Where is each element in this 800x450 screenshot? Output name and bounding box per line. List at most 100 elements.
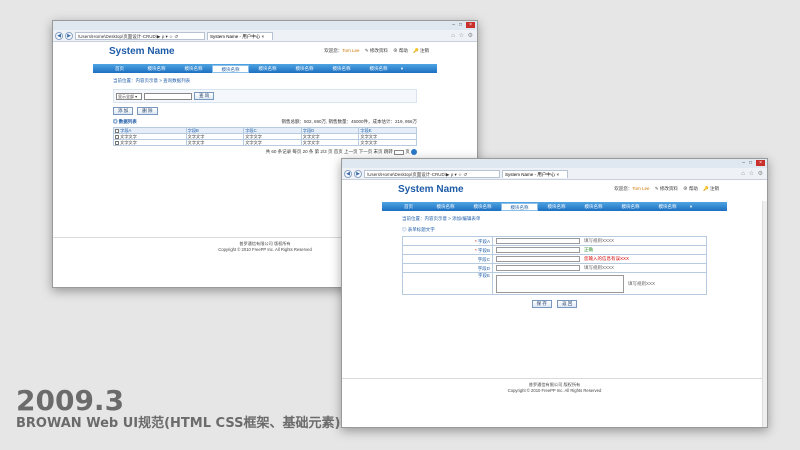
app-header: System Name 欢迎您：Tom Lee ✎ 修改资料 ⊕ 帮助 🔑 注销 (382, 180, 727, 198)
table-cell: 文字文字 (300, 139, 360, 146)
url-field[interactable]: \Users\Home\Desktop\页面设计-CRUD\▶ ρ ▾ ☆ ↺ (75, 31, 205, 40)
nav-item[interactable]: 模块名称 (138, 64, 175, 73)
filter-select[interactable]: 显示全部 ▾ (116, 92, 142, 100)
field-hint: 填写规则XXXX (584, 265, 615, 271)
form-row: 字段D 填写规则XXXX (402, 263, 707, 273)
address-bar-row: ◀ ▶ \Users\Home\Desktop\页面设计-CRUD\▶ ρ ▾ … (342, 168, 767, 180)
window-titlebar: – □ × (53, 21, 477, 30)
field-label: * 字段B (402, 245, 493, 255)
table-cell: 文字文字 (358, 139, 417, 146)
back-button[interactable]: 返 回 (557, 300, 578, 308)
field-label: 字段E (402, 272, 493, 295)
back-icon[interactable]: ◀ (344, 169, 352, 178)
breadcrumb: 当前位置：内容页示意 > 添加/编辑表单 (402, 216, 481, 221)
form-row: * 字段B 正确 (402, 245, 707, 255)
form-row: * 字段A 填写规则XXXX (402, 236, 707, 246)
back-icon[interactable]: ◀ (55, 31, 63, 40)
field-d-input[interactable] (496, 265, 580, 271)
form-buttons: 保 存 返 回 (402, 300, 707, 308)
edit-profile-link[interactable]: ✎ 修改资料 (365, 48, 388, 53)
browser-tab[interactable]: System Name - 用户中心 × (207, 31, 273, 40)
logout-link[interactable]: 🔑 注销 (413, 48, 429, 53)
app-name: System Name (109, 46, 175, 57)
logout-link[interactable]: 🔑 注销 (703, 186, 719, 191)
list-header: ◎ 数据列表 销售总额：502, 690万, 销售数量：45000件，成本估计：… (113, 119, 417, 125)
page-footer: 普罗通信有限公司 版权所有 Copyright © 2010 FreePP In… (342, 378, 767, 394)
search-input[interactable] (144, 92, 192, 100)
toolbar-icons[interactable]: ⌂ ☆ ⚙ (451, 32, 474, 39)
form-content: 当前位置：内容页示意 > 添加/编辑表单 ◎ 表单标题文字 * 字段A 填写规则… (402, 216, 707, 308)
close-button[interactable]: × (756, 160, 765, 166)
table-cell: 文字文字 (243, 139, 302, 146)
nav-item[interactable]: 模块名称 (175, 64, 212, 73)
table-row[interactable]: 文字文字 文字文字 文字文字 文字文字 文字文字 (113, 139, 417, 146)
nav-more-icon[interactable]: ▾ (686, 202, 696, 211)
nav-item[interactable]: 模块名称 (427, 202, 464, 211)
main-nav: 首页 模块名称 模块名称 模块名称 模块名称 模块名称 模块名称 模块名称 ▾ (382, 202, 727, 211)
minimize-button[interactable]: – (452, 22, 455, 28)
maximize-button[interactable]: □ (459, 22, 462, 28)
user-name: Tom Lee (342, 48, 360, 53)
nav-item[interactable]: 模块名称 (249, 64, 286, 73)
data-table: 字段A 字段B 字段C 字段D 字段E 文字文字 文字文字 文字文字 文字文字 … (113, 127, 417, 146)
form-row: 字段C 您输入的信息有误XXX (402, 254, 707, 264)
summary-text: 销售总额：502, 690万, 销售数量：45000件，成本估计：219, 95… (281, 119, 417, 124)
nav-item[interactable]: 模块名称 (464, 202, 501, 211)
address-bar-row: ◀ ▶ \Users\Home\Desktop\页面设计-CRUD\▶ ρ ▾ … (53, 30, 477, 42)
nav-item[interactable]: 模块名称 (649, 202, 686, 211)
nav-item-home[interactable]: 首页 (390, 202, 427, 211)
help-link[interactable]: ⊕ 帮助 (393, 48, 408, 53)
form-row: 字段E 填写规则XXX (402, 272, 707, 295)
minimize-button[interactable]: – (742, 160, 745, 166)
tab-close-icon[interactable]: × (557, 172, 560, 177)
caption-year: 2009.3 (16, 384, 125, 417)
search-button[interactable]: 查 询 (194, 92, 215, 100)
go-icon[interactable] (411, 149, 417, 155)
help-link[interactable]: ⊕ 帮助 (683, 186, 698, 191)
nav-more-icon[interactable]: ▾ (397, 64, 407, 73)
browser-tab[interactable]: System Name - 用户中心 × (502, 169, 568, 178)
row-checkbox[interactable] (115, 140, 119, 145)
app-header: System Name 欢迎您：Tom Lee ✎ 修改资料 ⊕ 帮助 🔑 注销 (93, 42, 437, 60)
user-name: Tom Lee (632, 186, 650, 191)
window-titlebar: – □ × (342, 159, 767, 168)
field-label: 字段D (402, 263, 493, 273)
tab-close-icon[interactable]: × (262, 34, 265, 39)
nav-item[interactable]: 模块名称 (323, 64, 360, 73)
nav-item-home[interactable]: 首页 (101, 64, 138, 73)
vertical-scrollbar[interactable] (762, 201, 767, 427)
field-a-input[interactable] (496, 238, 580, 244)
field-hint: 填写规则XXX (628, 280, 656, 286)
field-e-textarea[interactable] (496, 274, 624, 293)
nav-item[interactable]: 模块名称 (360, 64, 397, 73)
field-c-input[interactable] (496, 256, 580, 262)
forward-icon[interactable]: ▶ (65, 31, 73, 40)
toolbar-icons[interactable]: ⌂ ☆ ⚙ (741, 170, 764, 177)
field-label: 字段C (402, 254, 493, 264)
url-field[interactable]: \Users\Home\Desktop\页面设计-CRUD\▶ ρ ▾ ☆ ↺ (364, 169, 500, 178)
delete-button[interactable]: 删 除 (137, 107, 158, 115)
slide-caption: 2009.3 BROWAN Web UI规范(HTML CSS框架、基础元素) (16, 386, 340, 432)
pager-text[interactable]: 共 60 条记录 每页 20 条 第 2/3 页 首页 上一页 下一页 末页 跳… (266, 149, 393, 154)
top-links: 欢迎您：Tom Lee ✎ 修改资料 ⊕ 帮助 🔑 注销 (614, 186, 719, 191)
nav-item[interactable]: 模块名称 (612, 202, 649, 211)
pagination: 共 60 条记录 每页 20 条 第 2/3 页 首页 上一页 下一页 末页 跳… (113, 149, 417, 155)
row-checkbox[interactable] (115, 134, 119, 139)
nav-item[interactable]: 模块名称 (286, 64, 323, 73)
field-b-input[interactable] (496, 247, 580, 253)
nav-item-active[interactable]: 模块名称 (501, 202, 538, 211)
top-links: 欢迎您：Tom Lee ✎ 修改资料 ⊕ 帮助 🔑 注销 (324, 48, 429, 53)
nav-item[interactable]: 模块名称 (575, 202, 612, 211)
close-button[interactable]: × (466, 22, 475, 28)
page-jump-input[interactable] (393, 149, 404, 155)
nav-item-active[interactable]: 模块名称 (212, 64, 249, 73)
select-all-checkbox[interactable] (115, 128, 119, 133)
save-button[interactable]: 保 存 (531, 300, 552, 308)
nav-item[interactable]: 模块名称 (538, 202, 575, 211)
maximize-button[interactable]: □ (749, 160, 752, 166)
add-button[interactable]: 添 加 (113, 107, 134, 115)
page-body: System Name 欢迎您：Tom Lee ✎ 修改资料 ⊕ 帮助 🔑 注销… (342, 180, 767, 427)
forward-icon[interactable]: ▶ (354, 169, 362, 178)
edit-profile-link[interactable]: ✎ 修改资料 (655, 186, 678, 191)
field-hint: 填写规则XXXX (584, 238, 615, 244)
